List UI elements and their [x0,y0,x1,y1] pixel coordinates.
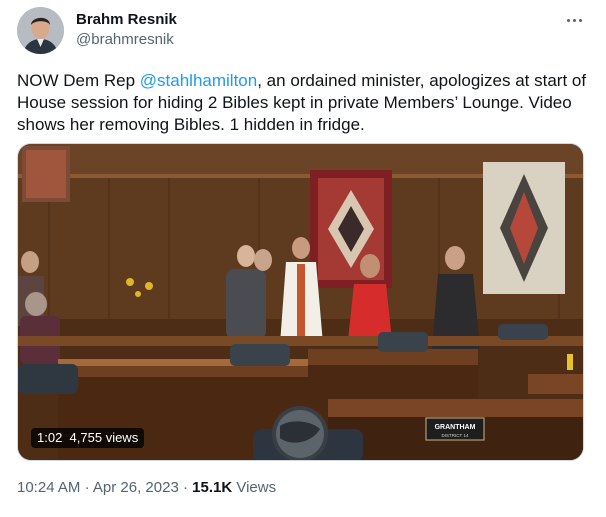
view-count: 15.1K [192,479,233,496]
desk-nameplate-name: GRANTHAM [435,424,476,431]
desk-nameplate-district: DISTRICT 14 [442,433,469,438]
video-duration: 1:02 [37,430,63,445]
author-block: Brahm Resnik @brahmresnik [76,11,177,49]
avatar[interactable] [17,7,64,54]
video-player[interactable]: GRANTHAM DISTRICT 14 1:02 4,755 views [17,143,584,461]
author-handle[interactable]: @brahmresnik [76,31,177,49]
tweet-text: NOW Dem Rep @stahlhamilton, an ordained … [17,70,592,136]
tweet-date[interactable]: Apr 26, 2023 [93,479,179,496]
meta-separator-2: · [182,479,188,496]
tweet-text-before: NOW Dem Rep [17,71,140,90]
more-horizontal-icon[interactable] [560,10,588,30]
meta-separator: · [84,479,90,496]
tweet-time[interactable]: 10:24 AM [17,479,80,496]
views-label: Views [236,479,277,496]
video-duration-views-badge: 1:02 4,755 views [31,428,145,448]
video-frame: GRANTHAM DISTRICT 14 [18,144,583,460]
tweet-meta: 10:24 AM · Apr 26, 2023 · 15.1K Views [17,479,276,497]
author-name[interactable]: Brahm Resnik [76,11,177,29]
video-views: 4,755 views [69,430,139,445]
mention-link[interactable]: @stahlhamilton [140,71,257,90]
